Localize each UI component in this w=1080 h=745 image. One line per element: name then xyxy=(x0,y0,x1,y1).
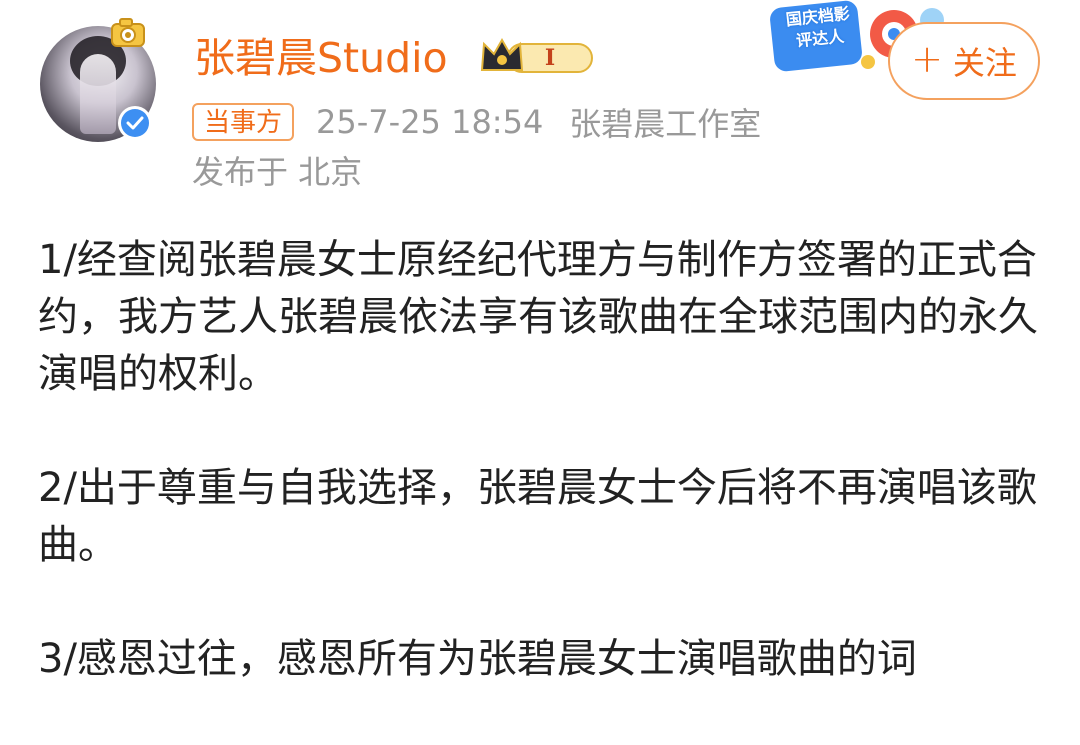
post-location: 发布于 北京 xyxy=(192,153,363,191)
post-timestamp: 25-7-25 18:54 xyxy=(316,103,544,141)
verified-badge xyxy=(118,106,152,140)
crown-icon: I xyxy=(480,37,593,73)
follow-label: 关注 xyxy=(952,44,1017,82)
post-body: 1/经查阅张碧晨女士原经纪代理方与制作方签署的正式合约，我方艺人张碧晨依法享有该… xyxy=(38,232,1042,745)
post-meta: 当事方 25-7-25 18:54 张碧晨工作室 xyxy=(192,100,761,144)
username[interactable]: 张碧晨Studio xyxy=(194,32,448,84)
verified-check-icon xyxy=(121,109,149,137)
plus-icon: + xyxy=(911,37,943,81)
post-paragraph-1: 1/经查阅张碧晨女士原经纪代理方与制作方签署的正式合约，我方艺人张碧晨依法享有该… xyxy=(38,237,1038,397)
avatar-figure xyxy=(80,54,116,134)
promo-text: 国庆档影评达人 xyxy=(784,3,851,51)
party-badge: 当事方 xyxy=(192,103,295,141)
post-paragraph-3: 3/感恩过往，感恩所有为张碧晨女士演唱歌曲的词 xyxy=(38,636,917,682)
post-paragraph-2: 2/出于尊重与自我选择，张碧晨女士今后将不再演唱该歌曲。 xyxy=(38,465,1037,568)
level-badge-text: I xyxy=(545,45,555,71)
post-source[interactable]: 张碧晨工作室 xyxy=(569,99,761,145)
camera-icon xyxy=(111,18,145,47)
follow-button[interactable]: + 关注 xyxy=(888,22,1040,100)
